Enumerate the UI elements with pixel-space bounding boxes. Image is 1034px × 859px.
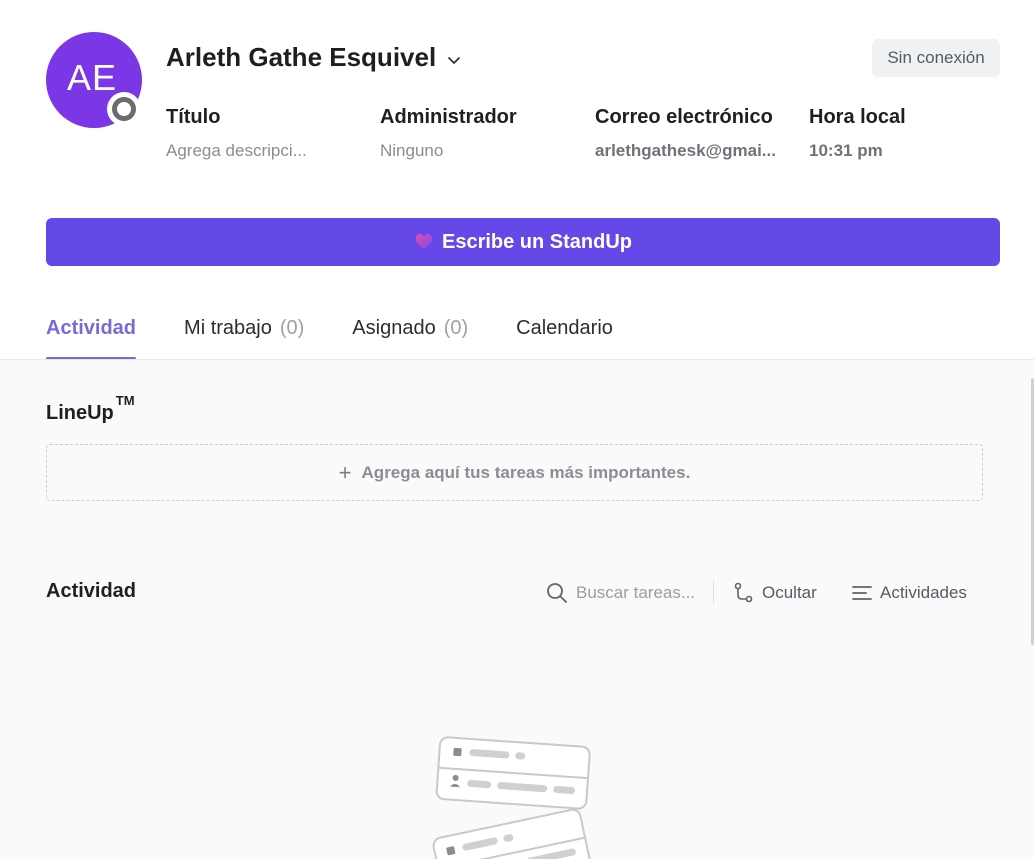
tab-assigned[interactable]: Asignado (0)	[352, 300, 468, 360]
avatar-initials: AE	[66, 57, 118, 98]
heart-icon	[415, 233, 433, 249]
lineup-title: LineUpTM	[46, 393, 135, 425]
email-value[interactable]: arlethgathesk@gmai...	[595, 141, 785, 161]
add-lineup-task-button[interactable]: + Agrega aquí tus tareas más importantes…	[46, 444, 983, 501]
tab-my-work[interactable]: Mi trabajo (0)	[184, 300, 304, 360]
manager-value[interactable]: Ninguno	[380, 141, 580, 161]
profile-tabs: Actividad Mi trabajo (0) Asignado (0) Ca…	[46, 300, 661, 360]
title-field: Título Agrega descripci...	[166, 106, 366, 161]
empty-activity-illustration	[432, 736, 591, 859]
profile-name-dropdown[interactable]: Arleth Gathe Esquivel	[166, 42, 462, 73]
activities-label: Actividades	[880, 583, 967, 602]
email-field: Correo electrónico arlethgathesk@gmai...	[595, 106, 795, 161]
title-value[interactable]: Agrega descripci...	[166, 141, 316, 161]
tab-assigned-count: (0)	[443, 317, 469, 339]
manager-field: Administrador Ninguno	[380, 106, 580, 161]
plus-icon: +	[338, 459, 352, 485]
tab-calendar-label: Calendario	[516, 317, 613, 339]
tab-activity-label: Actividad	[46, 317, 137, 339]
filter-lines-icon	[852, 586, 872, 600]
activity-section-title: Actividad	[46, 580, 137, 602]
profile-name: Arleth Gathe Esquivel	[166, 42, 437, 72]
lineup-title-text: LineUp	[46, 402, 114, 424]
tab-assigned-label: Asignado	[352, 317, 436, 339]
chevron-down-icon	[448, 56, 461, 64]
local-time-label: Hora local	[809, 106, 906, 128]
tab-my-work-label: Mi trabajo	[184, 317, 272, 339]
trademark-mark: TM	[115, 393, 135, 408]
hide-label: Ocultar	[762, 583, 817, 602]
tab-my-work-count: (0)	[279, 317, 305, 339]
search-input[interactable]	[576, 583, 701, 603]
write-standup-label: Escribe un StandUp	[441, 230, 633, 253]
tab-activity[interactable]: Actividad	[46, 300, 137, 360]
status-badge: Sin conexión	[872, 39, 1000, 77]
add-lineup-label: Agrega aquí tus tareas más importantes.	[361, 462, 691, 482]
activities-filter-button[interactable]: Actividades	[852, 578, 967, 608]
search-icon	[547, 583, 567, 603]
tab-calendar[interactable]: Calendario	[516, 300, 613, 360]
title-label: Título	[166, 106, 221, 128]
offline-status-icon	[107, 92, 141, 126]
task-search	[546, 578, 706, 608]
write-standup-button[interactable]: Escribe un StandUp	[46, 218, 1000, 266]
local-time-value: 10:31 pm	[809, 141, 883, 160]
manager-label: Administrador	[380, 106, 517, 128]
local-time-field: Hora local 10:31 pm	[809, 106, 1009, 161]
email-label: Correo electrónico	[595, 106, 773, 128]
branch-icon	[734, 582, 753, 603]
profile-header: AE Arleth Gathe Esquivel Sin conexión Tí…	[0, 0, 1034, 360]
hide-button[interactable]: Ocultar	[734, 578, 817, 608]
toolbar-divider	[713, 580, 714, 604]
